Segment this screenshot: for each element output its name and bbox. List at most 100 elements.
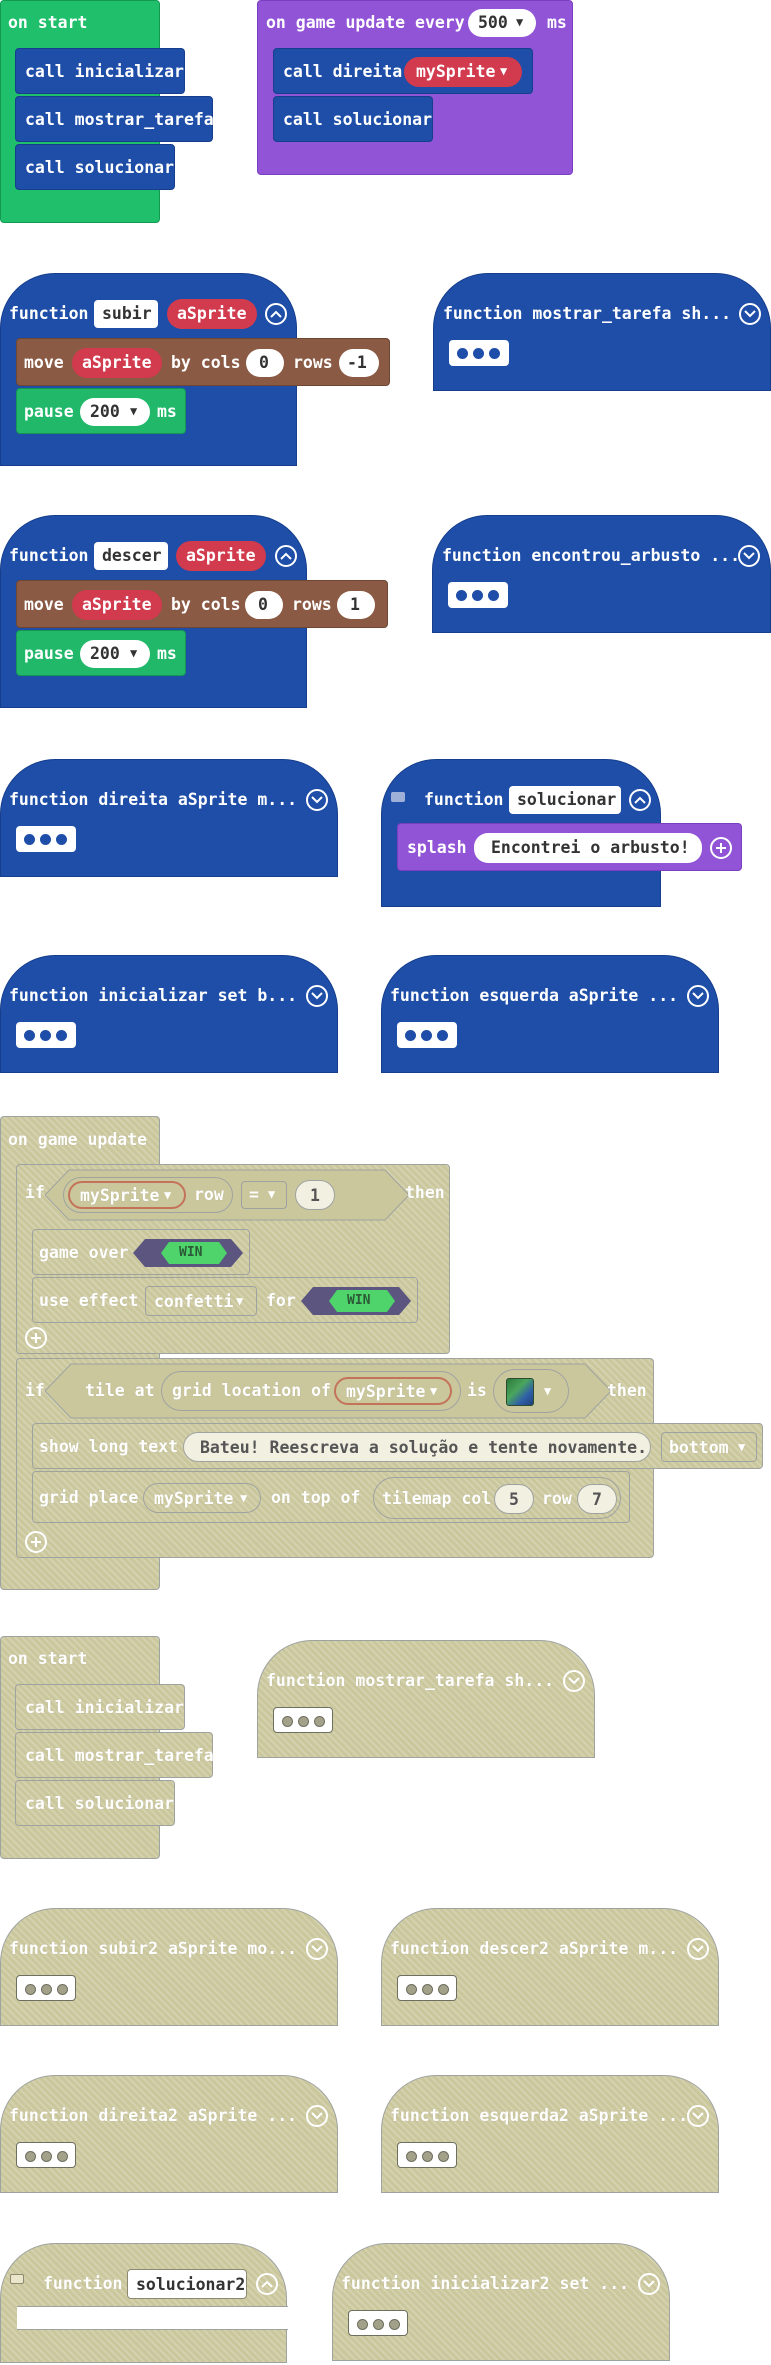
- function-inicializar-collapsed[interactable]: function inicializar set b...: [0, 955, 338, 1073]
- chevron-up-icon[interactable]: [265, 303, 287, 325]
- collapsed-ellipsis[interactable]: [273, 1707, 333, 1733]
- win-boolean[interactable]: WIN: [301, 1287, 411, 1315]
- chevron-down-icon[interactable]: [306, 2105, 328, 2127]
- collapsed-ellipsis[interactable]: [397, 1022, 457, 1048]
- chevron-up-icon[interactable]: [256, 2273, 278, 2295]
- move-sprite-block[interactable]: move aSprite by cols 0 rows 1: [16, 580, 388, 628]
- effect-dropdown[interactable]: confetti ▼: [145, 1286, 257, 1316]
- grid-place-block[interactable]: grid place mySprite ▼ on top of tilemap …: [32, 1471, 630, 1523]
- collapsed-ellipsis[interactable]: [449, 340, 509, 366]
- text-position-dropdown[interactable]: bottom ▼: [661, 1432, 757, 1462]
- sprite-row-reporter[interactable]: mySprite ▼ row: [63, 1177, 233, 1213]
- function-solucionar2-disabled-block[interactable]: function solucionar2: [0, 2243, 288, 2363]
- param-asprite[interactable]: aSprite: [167, 299, 257, 329]
- sprite-param-reporter[interactable]: aSprite: [72, 348, 162, 378]
- splash-message-input[interactable]: Encontrei o arbusto!: [474, 833, 702, 863]
- cols-input[interactable]: 0: [245, 591, 283, 619]
- plus-icon[interactable]: [25, 1327, 47, 1349]
- call-direita-block[interactable]: call direita mySprite ▼: [273, 48, 533, 94]
- dropdown-caret-icon: ▼: [738, 1440, 746, 1454]
- rows-input[interactable]: 1: [337, 591, 375, 619]
- pause-duration-dropdown[interactable]: 200 ▼: [80, 640, 150, 668]
- move-sprite-block[interactable]: move aSprite by cols 0 rows -1: [16, 338, 390, 386]
- plus-icon[interactable]: [25, 1531, 47, 1553]
- sprite-variable-dropdown[interactable]: mySprite ▼: [143, 1483, 261, 1513]
- chevron-down-icon[interactable]: [738, 545, 760, 567]
- function-name-field[interactable]: solucionar2: [127, 2269, 247, 2299]
- function-mostrar-tarefa-disabled-collapsed[interactable]: function mostrar_tarefa sh...: [257, 1640, 595, 1758]
- function-subir2-disabled-collapsed[interactable]: function subir2 aSprite mo...: [0, 1908, 338, 2026]
- chevron-down-icon[interactable]: [687, 985, 709, 1007]
- function-direita-collapsed[interactable]: function direita aSprite m...: [0, 759, 338, 877]
- ms-label: ms: [157, 644, 177, 663]
- pause-block[interactable]: pause 200 ▼ ms: [16, 630, 186, 676]
- collapsed-ellipsis[interactable]: [16, 826, 76, 852]
- chevron-down-icon[interactable]: [739, 303, 761, 325]
- function-name-field[interactable]: subir: [94, 300, 158, 328]
- function-esquerda2-disabled-collapsed[interactable]: function esquerda2 aSprite ...: [381, 2075, 719, 2193]
- param-asprite[interactable]: aSprite: [176, 541, 266, 571]
- collapsed-ellipsis[interactable]: [16, 1975, 76, 2001]
- sprite-variable-dropdown[interactable]: mySprite ▼: [404, 57, 522, 87]
- function-name-field[interactable]: descer: [94, 542, 168, 570]
- call-solucionar-block[interactable]: call solucionar: [273, 96, 433, 142]
- chevron-down-icon[interactable]: [563, 1670, 585, 1692]
- tile-image-picker[interactable]: ▼: [493, 1369, 569, 1413]
- tile-condition[interactable]: tile at grid location of mySprite ▼ is ▼: [45, 1363, 611, 1419]
- game-over-block[interactable]: game over WIN: [32, 1229, 250, 1275]
- grid-location-reporter[interactable]: grid location of mySprite ▼: [161, 1371, 461, 1411]
- chevron-down-icon[interactable]: [687, 2105, 709, 2127]
- empty-statement-slot[interactable]: [17, 2306, 288, 2330]
- chevron-down-icon[interactable]: [306, 789, 328, 811]
- collapsed-ellipsis[interactable]: [348, 2310, 408, 2336]
- collapsed-ellipsis[interactable]: [16, 1022, 76, 1048]
- function-esquerda-collapsed[interactable]: function esquerda aSprite ...: [381, 955, 719, 1073]
- col-input[interactable]: 5: [494, 1484, 534, 1514]
- call-inicializar-block[interactable]: call inicializar: [15, 48, 185, 94]
- function-inicializar2-disabled-collapsed[interactable]: function inicializar2 set ...: [332, 2243, 670, 2361]
- function-direita2-disabled-collapsed[interactable]: function direita2 aSprite ...: [0, 2075, 338, 2193]
- call-inicializar-block[interactable]: call inicializar: [15, 1684, 185, 1730]
- function-name-field[interactable]: solucionar: [509, 786, 621, 814]
- sprite-variable-dropdown[interactable]: mySprite ▼: [68, 1181, 186, 1209]
- use-effect-block[interactable]: use effect confetti ▼ for WIN: [32, 1277, 418, 1323]
- chevron-down-icon[interactable]: [638, 2273, 660, 2295]
- collapsed-ellipsis[interactable]: [448, 582, 508, 608]
- show-long-text-block[interactable]: show long text Bateu! Reescreva a soluçã…: [32, 1423, 763, 1469]
- collapsed-ellipsis[interactable]: [397, 1975, 457, 2001]
- collapsed-function-label: function esquerda aSprite ...: [390, 986, 679, 1005]
- chevron-up-icon[interactable]: [275, 545, 297, 567]
- operator-dropdown[interactable]: = ▼: [241, 1181, 287, 1209]
- sprite-variable-dropdown[interactable]: mySprite ▼: [334, 1377, 452, 1405]
- comment-icon[interactable]: [10, 2274, 24, 2284]
- call-mostrar-tarefa-block[interactable]: call mostrar_tarefa: [15, 1732, 214, 1778]
- call-mostrar-tarefa-block[interactable]: call mostrar_tarefa: [15, 96, 214, 142]
- cols-input[interactable]: 0: [246, 349, 284, 377]
- compare-value-input[interactable]: 1: [295, 1180, 335, 1210]
- interval-dropdown[interactable]: 500 ▼: [468, 9, 536, 37]
- chevron-up-icon[interactable]: [629, 789, 651, 811]
- chevron-down-icon[interactable]: [687, 1938, 709, 1960]
- pause-duration-dropdown[interactable]: 200 ▼: [80, 398, 150, 426]
- plus-icon[interactable]: [710, 837, 732, 859]
- sprite-param-reporter[interactable]: aSprite: [72, 590, 162, 620]
- function-mostrar-tarefa-collapsed[interactable]: function mostrar_tarefa sh...: [433, 273, 771, 391]
- tilemap-location-reporter[interactable]: tilemap col 5 row 7: [373, 1477, 621, 1519]
- collapsed-ellipsis[interactable]: [397, 2142, 457, 2168]
- long-text-input[interactable]: Bateu! Reescreva a solução e tente novam…: [183, 1432, 651, 1462]
- function-descer2-disabled-collapsed[interactable]: function descer2 aSprite m...: [381, 1908, 719, 2026]
- comment-icon[interactable]: [391, 792, 405, 802]
- chevron-down-icon[interactable]: [306, 1938, 328, 1960]
- collapsed-ellipsis[interactable]: [16, 2142, 76, 2168]
- comparison-condition[interactable]: mySprite ▼ row = ▼ 1: [45, 1169, 409, 1221]
- win-boolean[interactable]: WIN: [133, 1239, 243, 1267]
- tile-image-icon: [506, 1378, 534, 1406]
- chevron-down-icon[interactable]: [306, 985, 328, 1007]
- function-encontrou-arbusto-collapsed[interactable]: function encontrou_arbusto ...: [432, 515, 771, 633]
- pause-block[interactable]: pause 200 ▼ ms: [16, 388, 186, 434]
- call-solucionar-block[interactable]: call solucionar: [15, 1780, 175, 1826]
- row-input[interactable]: 7: [577, 1484, 617, 1514]
- rows-input[interactable]: -1: [339, 349, 379, 377]
- splash-block[interactable]: splash Encontrei o arbusto!: [397, 823, 742, 871]
- call-solucionar-block[interactable]: call solucionar: [15, 144, 175, 190]
